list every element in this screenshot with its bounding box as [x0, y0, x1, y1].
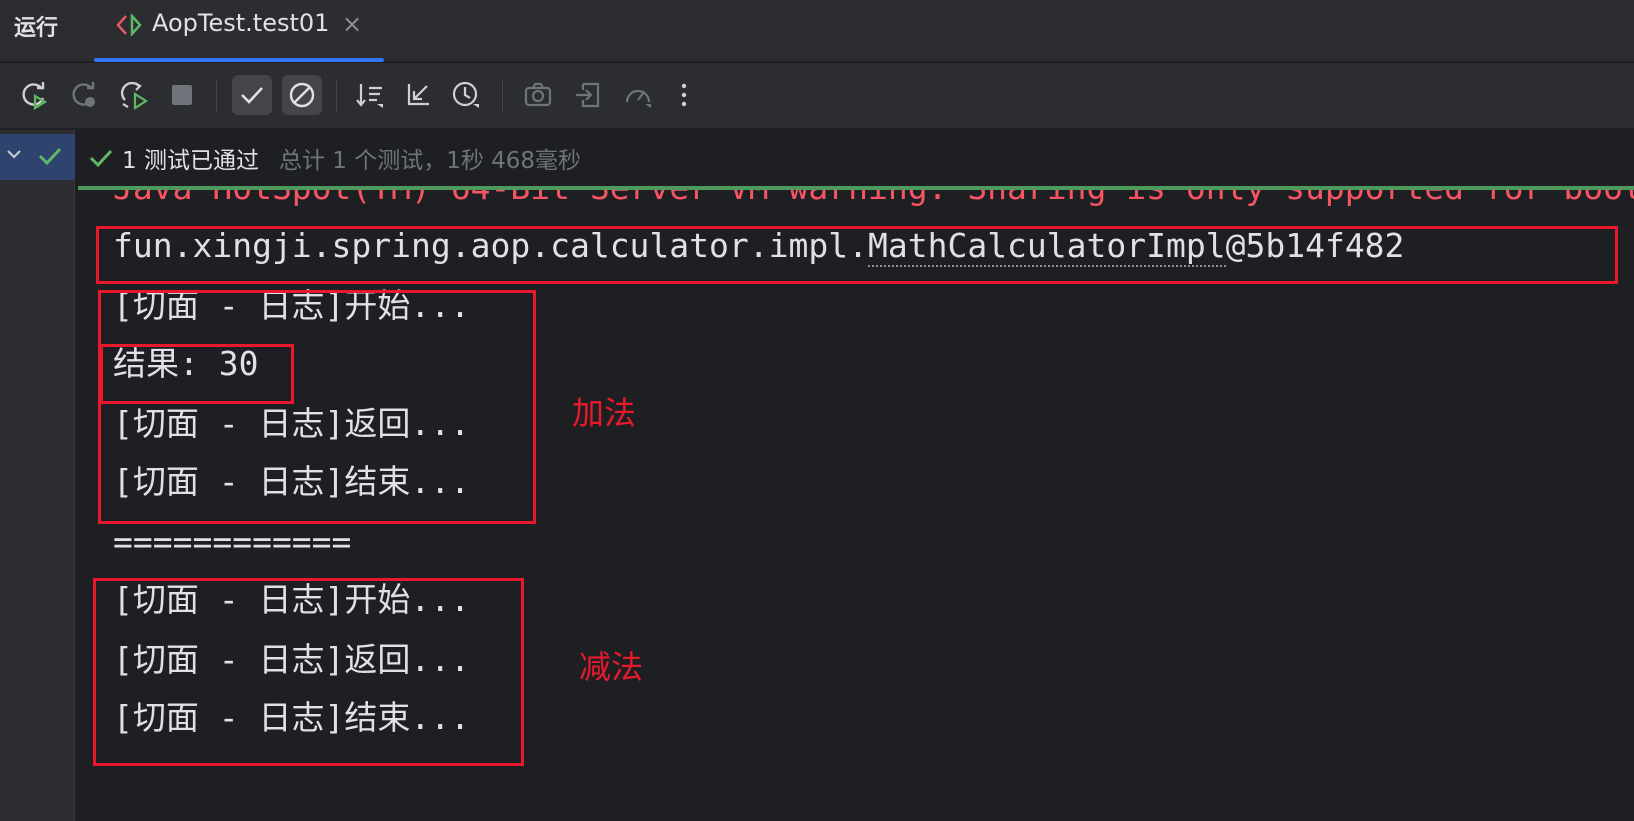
history-button[interactable]	[446, 75, 486, 115]
stop-button[interactable]	[162, 75, 202, 115]
test-run-icon	[116, 14, 142, 36]
close-icon[interactable]: ×	[342, 10, 362, 38]
bean-highlight-box	[96, 226, 1618, 284]
sub-highlight-box	[93, 578, 524, 766]
import-icon	[576, 82, 600, 108]
console-output[interactable]: Java HotSpot(TM) 64-Bit Server VM warnin…	[76, 190, 1634, 821]
add-highlight-box	[98, 290, 536, 524]
sort-icon	[356, 84, 383, 108]
rerun-auto-button[interactable]	[114, 75, 154, 115]
console-warning-line: Java HotSpot(TM) 64-Bit Server VM warnin…	[113, 190, 1634, 210]
checkmark-icon	[241, 87, 263, 104]
history-icon	[452, 81, 479, 108]
sub-annotation: 减法	[579, 648, 644, 686]
rerun-icon	[22, 82, 48, 110]
collapse-button[interactable]	[398, 75, 438, 115]
chevron-down-icon[interactable]	[4, 144, 24, 164]
test-passed-icon	[38, 147, 62, 166]
sort-button[interactable]	[350, 75, 390, 115]
result-highlight-box	[100, 344, 294, 404]
rerun-failed-button[interactable]	[64, 75, 104, 115]
tab-label: AopTest.test01	[152, 9, 330, 37]
run-toolbar	[0, 63, 1634, 129]
toolbar-separator	[502, 79, 503, 113]
stop-icon	[172, 85, 192, 105]
rerun-failed-icon	[72, 82, 95, 107]
screenshot-button[interactable]	[518, 75, 558, 115]
tests-passed-label: 1 测试已通过	[122, 148, 259, 174]
tool-window-header: 运行 AopTest.test01 ×	[0, 0, 1634, 62]
toolbar-separator	[216, 79, 217, 113]
speedometer-icon	[625, 89, 651, 108]
show-ignored-toggle[interactable]	[282, 75, 322, 115]
add-annotation: 加法	[572, 394, 637, 432]
more-vertical-icon	[681, 83, 687, 107]
test-status-bar: 1 测试已通过 总计 1 个测试，1秒 468毫秒	[88, 138, 581, 178]
tab-aoptest-test01[interactable]: AopTest.test01 ×	[94, 0, 384, 62]
collapse-icon	[407, 84, 429, 106]
checkmark-icon	[89, 149, 113, 168]
test-tree-root-row[interactable]	[0, 134, 75, 180]
camera-icon	[524, 82, 552, 107]
more-options-button[interactable]	[664, 75, 704, 115]
run-window-title: 运行	[14, 16, 59, 41]
rerun-button[interactable]	[14, 75, 54, 115]
show-passed-toggle[interactable]	[232, 75, 272, 115]
coverage-button[interactable]	[618, 75, 658, 115]
toolbar-separator	[336, 79, 337, 113]
divider-line: ============	[113, 522, 352, 561]
import-button[interactable]	[568, 75, 608, 115]
ignored-icon	[289, 82, 315, 108]
tests-summary-label: 总计 1 个测试，1秒 468毫秒	[278, 148, 582, 174]
active-tab-indicator	[94, 58, 384, 62]
test-tree-panel	[0, 130, 75, 821]
rerun-auto-icon	[120, 81, 149, 110]
